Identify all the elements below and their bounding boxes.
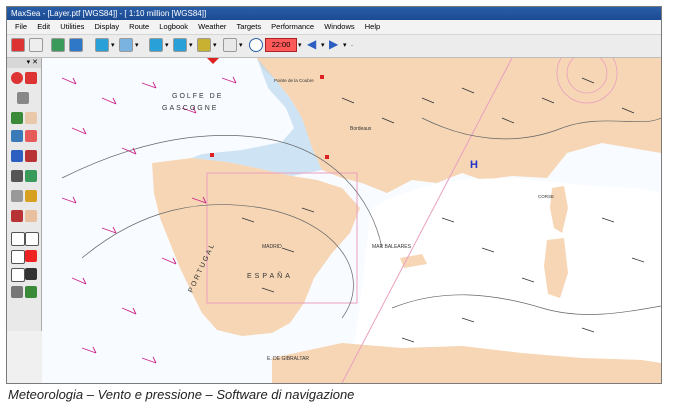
label-golfe: GOLFE DE xyxy=(172,93,223,100)
high-pressure-marker: H xyxy=(470,159,478,171)
menu-help[interactable]: Help xyxy=(365,20,380,34)
cursor-icon[interactable] xyxy=(29,38,43,52)
app-window: MaxSea - [Layer.ptf [WGS84]] - [ 1:10 mi… xyxy=(6,6,662,384)
more-icon[interactable]: . xyxy=(351,41,353,48)
menu-weather[interactable]: Weather xyxy=(198,20,226,34)
label-baleares: MAR BALEARES xyxy=(372,244,412,250)
menu-display[interactable]: Display xyxy=(94,20,119,34)
map-canvas: H GOLFE DE GASCOGNE ESPAÑA PORTUGAL Bord… xyxy=(42,58,661,383)
pencil-icon[interactable] xyxy=(17,92,29,104)
hand-icon[interactable] xyxy=(25,112,37,124)
route-icon[interactable] xyxy=(11,150,23,162)
minus-icon[interactable] xyxy=(11,268,25,282)
pointer-icon[interactable] xyxy=(25,210,37,222)
time-display[interactable]: 22:00 xyxy=(265,38,297,52)
route-icon[interactable] xyxy=(173,38,187,52)
mark-icon[interactable] xyxy=(25,150,37,162)
marker xyxy=(210,153,214,157)
pencil-icon[interactable] xyxy=(11,38,25,52)
layer-dropdown-icon[interactable]: ▾ xyxy=(165,41,169,49)
satellite-icon[interactable] xyxy=(11,170,23,182)
menu-performance[interactable]: Performance xyxy=(271,20,314,34)
figure-caption: Meteorologia – Vento e pressione – Softw… xyxy=(8,387,355,402)
tools-panel-header: ▾ ✕ xyxy=(7,58,41,68)
chart-dropdown-icon[interactable]: ▾ xyxy=(111,41,115,49)
route-dropdown-icon[interactable]: ▾ xyxy=(189,41,193,49)
chart-map[interactable]: H GOLFE DE GASCOGNE ESPAÑA PORTUGAL Bord… xyxy=(42,58,661,383)
time-dropdown-icon[interactable]: ▾ xyxy=(298,41,302,49)
layer-icon[interactable] xyxy=(149,38,163,52)
label-gascogne: GASCOGNE xyxy=(162,105,218,112)
menu-utilities[interactable]: Utilities xyxy=(60,20,84,34)
window-title: MaxSea - [Layer.ptf [WGS84]] - [ 1:10 mi… xyxy=(7,7,661,20)
map-icon[interactable] xyxy=(25,286,37,298)
left-arrow-icon[interactable]: ◀ xyxy=(307,37,316,51)
menu-route[interactable]: Route xyxy=(129,20,149,34)
compass-icon[interactable] xyxy=(11,130,23,142)
lifebuoy-icon[interactable] xyxy=(11,72,23,84)
globe-icon[interactable] xyxy=(69,38,83,52)
graph-dropdown-icon[interactable]: ▾ xyxy=(239,41,243,49)
label-gibraltar: E. DE GIBRALTAR xyxy=(267,356,309,362)
flag-icon[interactable] xyxy=(11,210,23,222)
hatch-icon[interactable] xyxy=(25,268,37,280)
cursor-icon[interactable] xyxy=(25,130,37,142)
menu-bar: File Edit Utilities Display Route Logboo… xyxy=(7,20,661,35)
label-madrid: MADRID xyxy=(262,244,282,250)
label-espana: ESPAÑA xyxy=(247,271,293,280)
settings-icon[interactable] xyxy=(11,190,23,202)
clock-icon[interactable] xyxy=(249,38,263,52)
arrow-icon[interactable] xyxy=(25,170,37,182)
plus-icon[interactable] xyxy=(11,232,25,246)
target-icon[interactable] xyxy=(197,38,211,52)
weather-icon[interactable] xyxy=(119,38,133,52)
close-red-icon[interactable] xyxy=(25,72,37,84)
menu-windows[interactable]: Windows xyxy=(324,20,354,34)
menu-logbook[interactable]: Logbook xyxy=(159,20,188,34)
weather-dropdown-icon[interactable]: ▾ xyxy=(135,41,139,49)
grid-icon[interactable] xyxy=(51,38,65,52)
left-dropdown-icon[interactable]: ▾ xyxy=(321,41,325,49)
right-dropdown-icon[interactable]: ▾ xyxy=(343,41,347,49)
star-icon[interactable] xyxy=(25,190,37,202)
layers-icon[interactable] xyxy=(11,286,23,298)
right-arrow-icon[interactable]: ▶ xyxy=(329,37,338,51)
chart-icon[interactable] xyxy=(95,38,109,52)
line-chart-icon[interactable] xyxy=(25,232,39,246)
wave-icon[interactable] xyxy=(11,250,25,264)
label-bordeaux: Bordeaux xyxy=(350,126,372,132)
fill-icon[interactable] xyxy=(25,250,37,262)
target-dropdown-icon[interactable]: ▾ xyxy=(213,41,217,49)
graph-icon[interactable] xyxy=(223,38,237,52)
menu-edit[interactable]: Edit xyxy=(37,20,50,34)
menu-targets[interactable]: Targets xyxy=(236,20,261,34)
magnifier-icon[interactable] xyxy=(11,112,23,124)
label-pointe: Pointe de la Coubre xyxy=(274,78,314,83)
menu-file[interactable]: File xyxy=(15,20,27,34)
tools-panel: ▾ ✕ xyxy=(7,58,42,331)
toolbar: ▾ ▾ ▾ ▾ ▾ ▾ 22:00 ▾ ◀ ▾ ▶ ▾ . xyxy=(7,35,661,58)
label-corse: CORSE xyxy=(538,194,554,199)
